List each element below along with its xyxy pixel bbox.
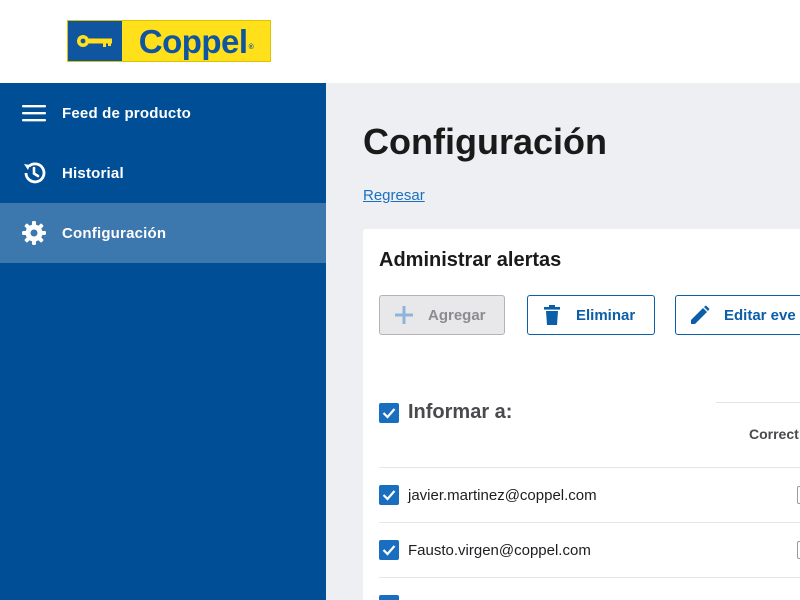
delete-button[interactable]: Eliminar (527, 295, 655, 335)
sidebar: Feed de producto Historial Configuración (0, 83, 326, 600)
sidebar-item-label: Historial (62, 164, 124, 182)
sidebar-item-historial[interactable]: Historial (0, 143, 326, 203)
table-row: javier.martinez@coppel.com (379, 485, 597, 505)
gear-icon (21, 220, 47, 246)
top-header: Coppel ® (0, 0, 800, 83)
sidebar-item-feed[interactable]: Feed de producto (0, 83, 326, 143)
sidebar-item-configuracion[interactable]: Configuración (0, 203, 326, 263)
page-title: Configuración (363, 121, 607, 162)
main-content: Configuración Regresar Administrar alert… (326, 83, 800, 600)
add-button[interactable]: Agregar (379, 295, 505, 335)
row-email: javier.martinez@coppel.com (408, 486, 597, 504)
select-all-label: Informar a: (408, 401, 513, 423)
add-button-label: Agregar (428, 306, 486, 324)
sidebar-item-label: Configuración (62, 224, 167, 242)
check-icon (382, 490, 396, 501)
menu-icon (21, 100, 47, 126)
column-header-divider (716, 402, 800, 403)
check-icon (382, 545, 396, 556)
logo-wordmark: Coppel ® (122, 21, 270, 61)
table-row: Fausto.virgen@coppel.com (379, 540, 591, 560)
row-checkbox[interactable] (379, 485, 399, 505)
column-header: Correct (749, 426, 799, 442)
row-checkbox[interactable] (379, 540, 399, 560)
select-all-checkbox[interactable] (379, 402, 399, 423)
delete-button-label: Eliminar (576, 306, 636, 324)
row-divider (379, 467, 800, 468)
row-checkbox[interactable] (379, 595, 399, 600)
pencil-icon (691, 305, 710, 324)
select-all-row: Informar a: (379, 401, 512, 424)
history-icon (21, 160, 47, 186)
row-divider (379, 522, 800, 523)
coppel-logo[interactable]: Coppel ® (67, 20, 271, 62)
edit-event-button-label: Editar eve (724, 306, 796, 324)
logo-name: Coppel (138, 22, 248, 60)
row-email: Fausto.virgen@coppel.com (408, 541, 591, 559)
alerts-card: Administrar alertas Agregar Eliminar Edi… (363, 229, 800, 600)
trash-icon (544, 305, 560, 325)
table-row-partial (379, 595, 399, 600)
row-divider (379, 577, 800, 578)
card-title: Administrar alertas (379, 249, 562, 271)
sidebar-item-label: Feed de producto (62, 104, 192, 122)
check-icon (382, 407, 396, 419)
edit-event-button[interactable]: Editar eve (675, 295, 800, 335)
back-link[interactable]: Regresar (363, 187, 425, 204)
plus-icon (395, 306, 413, 324)
key-icon (68, 21, 122, 61)
